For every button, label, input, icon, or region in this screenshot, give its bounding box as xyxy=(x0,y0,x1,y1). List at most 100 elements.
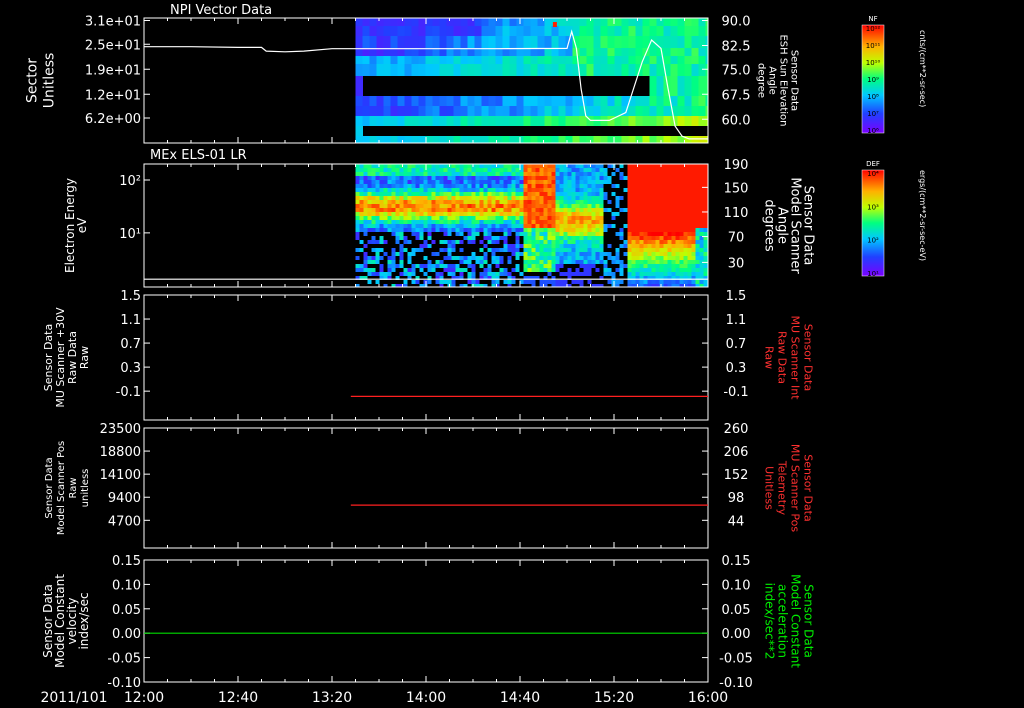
spectrogram-cell xyxy=(659,168,664,172)
spectrogram-cell xyxy=(515,208,520,212)
spectrogram-cell xyxy=(423,244,428,248)
spectrogram-cell xyxy=(531,252,536,256)
spectrogram-cell xyxy=(387,216,392,220)
spectrogram-cell xyxy=(579,180,584,184)
spectrogram-cell xyxy=(467,240,472,244)
spectrogram-cell xyxy=(703,200,708,204)
spectrogram-cell xyxy=(451,264,456,268)
heatmap-cell xyxy=(698,76,706,96)
heatmap-cell xyxy=(691,48,699,56)
heatmap-cell xyxy=(439,18,447,26)
heatmap-cell xyxy=(593,36,601,48)
spectrogram-cell xyxy=(599,168,604,172)
heatmap-cell xyxy=(369,64,377,76)
spectrogram-cell xyxy=(447,196,452,200)
y-tick-label: 23500 xyxy=(100,422,141,437)
spectrogram-cell xyxy=(635,200,640,204)
panel2-colorbar-label: DEF xyxy=(866,160,880,168)
spectrogram-cell xyxy=(547,180,552,184)
spectrogram-cell xyxy=(431,240,436,244)
spectrogram-cell xyxy=(419,244,424,248)
heatmap-cell xyxy=(516,64,524,76)
spectrogram-cell xyxy=(579,252,584,256)
spectrogram-cell xyxy=(607,252,612,256)
panel5-y-axis-label: Sensor DataModel Constantvelocityindex/s… xyxy=(41,574,91,668)
spectrogram-cell xyxy=(691,232,696,236)
y-tick-label: 3.1e+01 xyxy=(85,15,141,30)
spectrogram-cell xyxy=(663,268,668,272)
spectrogram-cell xyxy=(555,196,560,200)
spectrogram-cell xyxy=(535,232,540,236)
right-y-tick-label: 90.0 xyxy=(722,15,751,30)
spectrogram-cell xyxy=(583,236,588,240)
spectrogram-cell xyxy=(591,184,596,188)
spectrogram-cell xyxy=(555,164,560,168)
spectrogram-cell xyxy=(463,260,468,264)
spectrogram-cell xyxy=(559,204,564,208)
spectrogram-cell xyxy=(543,268,548,272)
spectrogram-cell xyxy=(635,216,640,220)
spectrogram-cell xyxy=(475,216,480,220)
spectrogram-cell xyxy=(559,264,564,268)
spectrogram-cell xyxy=(387,164,392,168)
spectrogram-cell xyxy=(499,204,504,208)
spectrogram-cell xyxy=(487,208,492,212)
spectrogram-cell xyxy=(395,196,400,200)
spectrogram-cell xyxy=(403,216,408,220)
heatmap-cell xyxy=(530,106,538,116)
spectrogram-cell xyxy=(531,172,536,176)
spectrogram-cell xyxy=(651,204,656,208)
spectrogram-cell xyxy=(435,184,440,188)
spectrogram-cell xyxy=(435,188,440,192)
heatmap-cell xyxy=(390,18,398,26)
spectrogram-cell xyxy=(587,204,592,208)
multi-panel-timeseries-plot: NPI Vector Data 3.1e+012.5e+011.9e+011.2… xyxy=(25,3,928,706)
spectrogram-cell xyxy=(539,172,544,176)
heatmap-cell xyxy=(670,76,678,96)
spectrogram-cell xyxy=(487,204,492,208)
spectrogram-cell xyxy=(659,212,664,216)
heatmap-cell xyxy=(552,22,557,27)
spectrogram-cell xyxy=(691,188,696,192)
spectrogram-cell xyxy=(527,172,532,176)
spectrogram-cell xyxy=(547,264,552,268)
spectrogram-cell xyxy=(431,192,436,196)
spectrogram-cell xyxy=(675,172,680,176)
spectrogram-cell xyxy=(647,216,652,220)
spectrogram-cell xyxy=(403,172,408,176)
spectrogram-cell xyxy=(587,208,592,212)
spectrogram-cell xyxy=(471,204,476,208)
spectrogram-cell xyxy=(679,240,684,244)
spectrogram-cell xyxy=(583,232,588,236)
spectrogram-cell xyxy=(487,200,492,204)
spectrogram-cell xyxy=(419,264,424,268)
spectrogram-cell xyxy=(519,216,524,220)
spectrogram-cell xyxy=(483,192,488,196)
spectrogram-cell xyxy=(587,260,592,264)
spectrogram-cell xyxy=(415,184,420,188)
spectrogram-cell xyxy=(531,212,536,216)
spectrogram-cell xyxy=(475,184,480,188)
spectrogram-cell xyxy=(371,260,376,264)
spectrogram-cell xyxy=(415,204,420,208)
spectrogram-cell xyxy=(679,176,684,180)
spectrogram-cell xyxy=(467,224,472,228)
spectrogram-cell xyxy=(539,212,544,216)
spectrogram-cell xyxy=(395,264,400,268)
spectrogram-cell xyxy=(435,212,440,216)
heatmap-cell xyxy=(488,136,496,143)
heatmap-cell xyxy=(579,26,587,36)
spectrogram-cell xyxy=(575,252,580,256)
spectrogram-cell xyxy=(511,224,516,228)
spectrogram-cell xyxy=(415,232,420,236)
spectrogram-cell xyxy=(659,228,664,232)
heatmap-cell xyxy=(432,116,440,126)
spectrogram-cell xyxy=(551,208,556,212)
spectrogram-cell xyxy=(527,208,532,212)
spectrogram-cell xyxy=(663,224,668,228)
spectrogram-cell xyxy=(443,180,448,184)
spectrogram-cell xyxy=(619,236,624,240)
heatmap-cell xyxy=(502,18,510,26)
spectrogram-cell xyxy=(511,252,516,256)
spectrogram-cell xyxy=(407,164,412,168)
